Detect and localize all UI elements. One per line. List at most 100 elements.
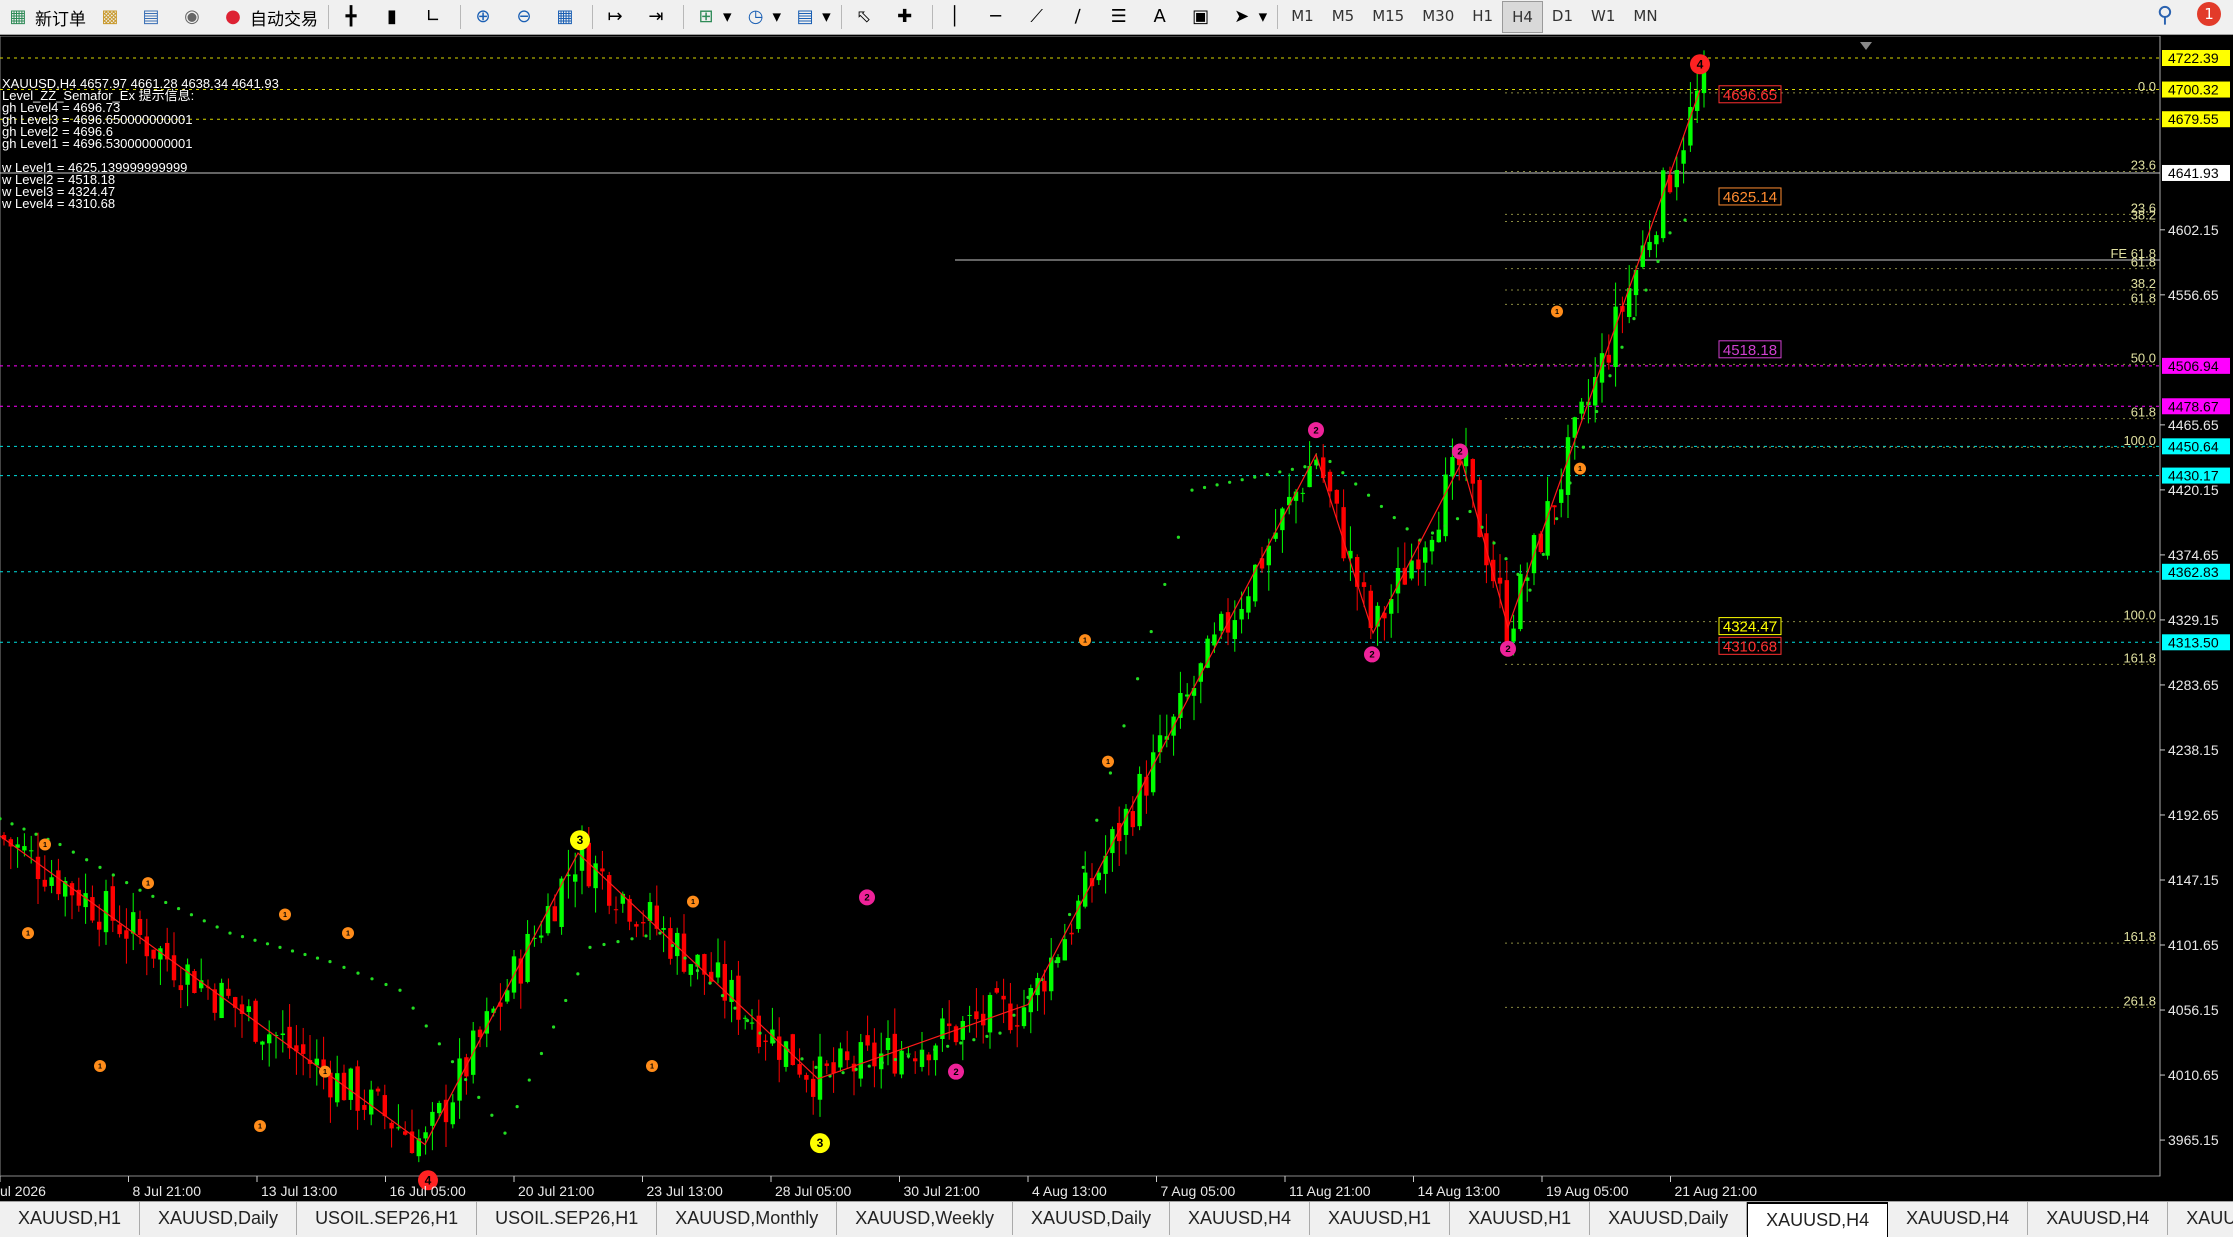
price-tick-label: 4329.15 [2168,612,2219,628]
auto-scroll-icon: ↦ [607,6,623,27]
crosshair-button[interactable]: ✚ [888,2,927,32]
sar-dot [1122,724,1126,728]
sar-dot [1443,524,1447,528]
chart-tab[interactable]: XAUUSD,Monthly [657,1202,838,1235]
chart-tab[interactable]: XAUU [2168,1202,2233,1235]
navigator-button[interactable]: ▤ [134,2,173,32]
chart-tab[interactable]: USOIL.SEP26,H1 [477,1202,658,1235]
search-icon[interactable]: ⚲ [2157,3,2173,28]
sar-dot [1265,472,1269,477]
new-order-button[interactable]: ▦ 新订单 [1,2,91,32]
candle-body [1361,582,1367,587]
timeframe-mn[interactable]: MN [1624,1,1666,31]
candle-body [1545,501,1550,556]
text-label-icon: ▣ [1192,6,1210,27]
horizontal-line-button[interactable]: ─ [979,2,1018,32]
candle-body [1021,1007,1027,1027]
arrows-button[interactable]: ➤ ▾ [1225,2,1273,32]
timeframe-m5[interactable]: M5 [1323,1,1364,31]
candle-body [1008,1003,1013,1031]
timeframe-d1[interactable]: D1 [1543,1,1582,31]
candle-body [369,1089,374,1115]
sar-dot [315,956,320,960]
templates-button[interactable]: ▤ ▾ [788,2,836,32]
trendline-button[interactable]: ⟋ [1020,2,1059,32]
time-tick-label: 4 Aug 13:00 [1032,1183,1107,1199]
candle-body [525,933,530,982]
timeframe-m15[interactable]: M15 [1363,1,1413,31]
sar-dot [515,1104,519,1109]
auto-trading-button[interactable]: ● 自动交易 [216,2,323,32]
candle-body [1327,471,1333,492]
template-icon: ▤ [796,6,814,27]
sar-dot [111,873,115,877]
signals-button[interactable]: ◉ [175,2,214,32]
auto-scroll-button[interactable]: ↦ [598,2,637,32]
candle-body [443,1099,449,1123]
candle-body [661,928,666,930]
tile-windows-button[interactable]: ▦ [548,2,587,32]
periods-button[interactable]: ◷ ▾ [739,2,787,32]
chart-shift-button[interactable]: ⇥ [639,2,678,32]
chart-tab[interactable]: XAUUSD,H4 [1747,1202,1889,1237]
chart-window[interactable]: 1 1 1 1 1 1 1 1 3 3 1 1 2 2 1 1 2 2 2 2 1 1 4 4 4696.65 4625.14 45… [0,36,2233,1213]
market-watch-button[interactable]: ▩ [93,2,132,32]
zoom-in-button[interactable]: ⊕ [466,2,505,32]
vertical-line-button[interactable]: │ [938,2,977,32]
sar-dot [1668,231,1672,235]
candle-body [613,909,619,911]
price-label: 4450.64 [2168,438,2219,454]
candle-body [124,930,129,939]
sar-dot [602,942,606,947]
cursor-button[interactable]: ⬁ [847,2,886,32]
price-chart[interactable]: 1111111133112211222211444696.654625.1445… [0,36,2233,1201]
candle-body [335,1073,340,1103]
timeframe-w1[interactable]: W1 [1582,1,1624,31]
level-box-text: 4310.68 [1723,638,1777,655]
candle-body [137,918,143,935]
bar-chart-button[interactable]: ╋ [334,2,373,32]
text-button[interactable]: A [1143,2,1182,32]
sar-dot [1253,475,1257,479]
candle-body [1287,496,1292,506]
chart-tab[interactable]: USOIL.SEP26,H1 [297,1202,478,1235]
timeframe-h1[interactable]: H1 [1463,1,1502,31]
candle-body [994,988,999,993]
sar-dot [644,934,648,938]
sar-dot [1632,317,1636,321]
candle-body [178,985,183,991]
sar-dot [215,925,219,929]
semafor-label: 2 [1505,644,1510,655]
sar-dot [303,952,307,957]
text-label-button[interactable]: ▣ [1184,2,1223,32]
zoom-out-button[interactable]: ⊖ [507,2,546,32]
chart-tab[interactable]: XAUUSD,H1 [0,1202,141,1235]
candlestick-icon: ▮ [387,6,397,27]
chart-tab[interactable]: XAUUSD,Daily [1590,1202,1748,1235]
notification-badge[interactable]: 1 [2197,2,2221,26]
timeframe-m1[interactable]: M1 [1282,1,1323,31]
chart-tab[interactable]: XAUUSD,H4 [1170,1202,1311,1235]
candle-body [1497,577,1503,584]
chart-tab[interactable]: XAUUSD,H1 [1450,1202,1591,1235]
line-chart-button[interactable]: ∟ [416,2,455,32]
candle-body [423,1132,428,1139]
chart-tab[interactable]: XAUUSD,Weekly [837,1202,1013,1235]
chart-tab[interactable]: XAUUSD,H4 [1888,1202,2029,1235]
semafor-label: 1 [346,928,350,937]
semafor-label: 1 [146,878,150,887]
chart-tab[interactable]: XAUUSD,Daily [140,1202,298,1235]
candle-body [906,1053,911,1055]
semafor-label: 1 [98,1061,102,1070]
equidistant-channel-button[interactable]: ∕ [1061,2,1100,32]
chart-tab[interactable]: XAUUSD,H4 [2028,1202,2169,1235]
candle-chart-button[interactable]: ▮ [375,2,414,32]
chart-tab[interactable]: XAUUSD,H1 [1310,1202,1451,1235]
indicators-button[interactable]: ⊞ ▾ [689,2,737,32]
timeframe-m30[interactable]: M30 [1413,1,1463,31]
chart-tab[interactable]: XAUUSD,Daily [1013,1202,1170,1235]
fibonacci-button[interactable]: ☰ [1102,2,1141,32]
sar-dot [1136,677,1140,681]
chart-shift-icon: ⇥ [648,6,664,27]
timeframe-h4[interactable]: H4 [1502,1,1543,33]
